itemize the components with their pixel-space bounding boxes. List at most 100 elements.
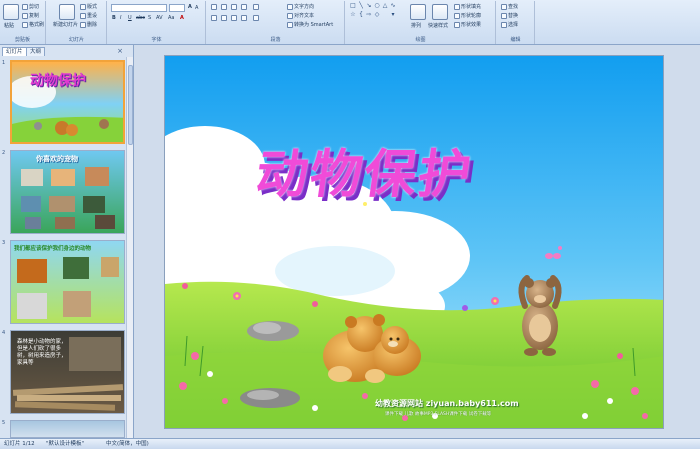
text-direction-icon xyxy=(287,3,293,10)
brush-icon xyxy=(22,21,28,28)
delete-button[interactable]: 删除 xyxy=(80,21,97,28)
align-text-icon xyxy=(287,12,293,19)
close-icon[interactable]: × xyxy=(117,47,123,55)
shape-fill-button[interactable]: 形状填充 xyxy=(454,3,481,10)
grow-font-button[interactable]: A xyxy=(188,4,192,10)
arrow-shape-icon[interactable]: ↘ xyxy=(366,3,372,9)
arrange-button[interactable]: 排列 xyxy=(411,22,421,29)
char-spacing-button[interactable]: AV xyxy=(156,15,163,21)
layout-button[interactable]: 版式 xyxy=(80,3,97,10)
slide-count: 幻灯片 1/12 xyxy=(4,441,35,447)
font-size-box[interactable] xyxy=(169,4,185,12)
align-right-icon[interactable] xyxy=(231,15,237,21)
theme-name[interactable]: "默认设计模板" xyxy=(46,439,84,449)
paste-button[interactable]: 粘贴 xyxy=(4,22,14,29)
shape-effects-button[interactable]: 形状效果 xyxy=(454,21,481,28)
star-shape-icon[interactable]: ☆ xyxy=(350,12,356,18)
line-spacing-icon[interactable] xyxy=(253,4,259,10)
rectangle-shape-icon[interactable]: □ xyxy=(350,3,356,9)
arrange-icon[interactable] xyxy=(410,4,426,20)
change-case-button[interactable]: Aa xyxy=(168,15,174,21)
smartart-icon xyxy=(287,21,293,28)
columns-icon[interactable] xyxy=(253,15,259,21)
more-shapes-icon[interactable]: ▾ xyxy=(390,12,396,18)
justify-icon[interactable] xyxy=(241,15,247,21)
decrease-indent-icon[interactable] xyxy=(231,4,237,10)
thumbnail-title: 动物保护 xyxy=(30,73,86,89)
outline-pen-icon xyxy=(454,12,460,19)
new-slide-button[interactable]: 新建幻灯片 xyxy=(53,22,83,28)
font-color-button[interactable]: A xyxy=(180,15,184,21)
thumbnail-image: 森林是小动物的家，但是人们砍了很多树，树用来造房子，家具等 xyxy=(10,330,125,414)
editing-group-label: 编辑 xyxy=(510,37,521,43)
slide-title[interactable]: 动物保护 xyxy=(252,132,479,207)
tab-outline[interactable]: 大纲 xyxy=(26,47,46,56)
replace-button[interactable]: 替换 xyxy=(501,12,518,19)
slide-thumbnail[interactable]: 3 我们都应该保护我们身边的动物 xyxy=(2,240,126,326)
font-name-box[interactable] xyxy=(111,4,167,12)
slide-number: 1 xyxy=(2,60,6,66)
curve-shape-icon[interactable]: ∿ xyxy=(390,3,396,9)
thumbnail-image: 我们都应该保护我们身边的动物 xyxy=(10,240,125,324)
clipboard-group-label: 剪贴板 xyxy=(14,37,30,43)
slide-footer-main[interactable]: 幼教资源网站 ziyuan.baby611.com xyxy=(375,398,519,409)
bullets-icon[interactable] xyxy=(211,4,217,10)
right-arrow-shape-icon[interactable]: ⇨ xyxy=(366,12,372,18)
scissors-icon xyxy=(22,3,28,10)
slide-background-art xyxy=(165,56,663,428)
slide-number: 3 xyxy=(2,240,6,246)
tab-slides[interactable]: 幻灯片 xyxy=(2,47,27,56)
quick-styles-icon[interactable] xyxy=(432,4,448,20)
align-left-icon[interactable] xyxy=(211,15,217,21)
shadow-button[interactable]: S xyxy=(148,15,151,21)
paragraph-group: 文字方向 对齐文本 转换为 SmartArt 段落 xyxy=(207,1,345,44)
paste-icon[interactable] xyxy=(3,4,19,20)
bold-button[interactable]: B xyxy=(112,15,116,21)
quick-styles-button[interactable]: 快速样式 xyxy=(428,22,448,29)
align-center-icon[interactable] xyxy=(221,15,227,21)
scrollbar-thumb[interactable] xyxy=(128,65,133,145)
thumbnail-4-logs xyxy=(12,337,124,411)
slide-thumbnail[interactable]: 1 动物保护 xyxy=(2,60,126,146)
slide-thumbnail[interactable]: 2 你喜欢的宠物 xyxy=(2,150,126,236)
thumbnail-3-photos xyxy=(17,257,119,319)
replace-icon xyxy=(501,12,507,19)
thumbnail-image: 你喜欢的宠物 xyxy=(10,150,125,234)
brace-shape-icon[interactable]: { xyxy=(358,12,364,18)
increase-indent-icon[interactable] xyxy=(241,4,247,10)
text-direction-button[interactable]: 文字方向 xyxy=(287,3,314,10)
new-slide-icon[interactable] xyxy=(59,4,75,20)
drawing-group-label: 绘图 xyxy=(415,37,426,43)
slide-footer-sub[interactable]: 课件下载 儿歌 故事MP3 FLASH课件下载 试卷下载等 xyxy=(385,411,491,417)
slide-thumbnail[interactable]: 4 森林是小动物的家，但是人们砍了很多树，树用来造房子，家具等 xyxy=(2,330,126,416)
thumbnail-scrollbar[interactable] xyxy=(126,57,133,438)
clipboard-group: 粘贴 剪切 复制 格式刷 剪贴板 xyxy=(0,1,46,44)
numbering-icon[interactable] xyxy=(221,4,227,10)
underline-button[interactable]: U xyxy=(128,15,132,21)
shrink-font-button[interactable]: A xyxy=(195,5,198,11)
current-slide[interactable]: 动物保护 动物保护 幼教资源网站 ziyuan.baby611.com 课件下载… xyxy=(164,55,664,429)
format-painter-button[interactable]: 格式刷 xyxy=(22,21,44,28)
slide-number: 5 xyxy=(2,420,6,426)
reset-button[interactable]: 重设 xyxy=(80,12,97,19)
oval-shape-icon[interactable]: ○ xyxy=(374,3,380,9)
fill-bucket-icon xyxy=(454,3,460,10)
callout-shape-icon[interactable]: ◇ xyxy=(374,12,380,18)
line-shape-icon[interactable]: ╲ xyxy=(358,3,364,9)
slide-thumbnail[interactable]: 5 xyxy=(2,420,126,438)
find-button[interactable]: 查找 xyxy=(501,3,518,10)
copy-button[interactable]: 复制 xyxy=(22,12,39,19)
cut-button[interactable]: 剪切 xyxy=(22,3,39,10)
italic-button[interactable]: I xyxy=(120,15,121,21)
cursor-icon xyxy=(501,21,507,28)
select-button[interactable]: 选择 xyxy=(501,21,518,28)
align-text-button[interactable]: 对齐文本 xyxy=(287,12,314,19)
reset-icon xyxy=(80,12,86,19)
effects-icon xyxy=(454,21,460,28)
shape-outline-button[interactable]: 形状轮廓 xyxy=(454,12,481,19)
language-indicator[interactable]: 中文(简体，中国) xyxy=(106,439,149,449)
strikethrough-button[interactable]: abc xyxy=(136,15,145,21)
triangle-shape-icon[interactable]: △ xyxy=(382,3,388,9)
layout-icon xyxy=(80,3,86,10)
smartart-button[interactable]: 转换为 SmartArt xyxy=(287,21,333,28)
